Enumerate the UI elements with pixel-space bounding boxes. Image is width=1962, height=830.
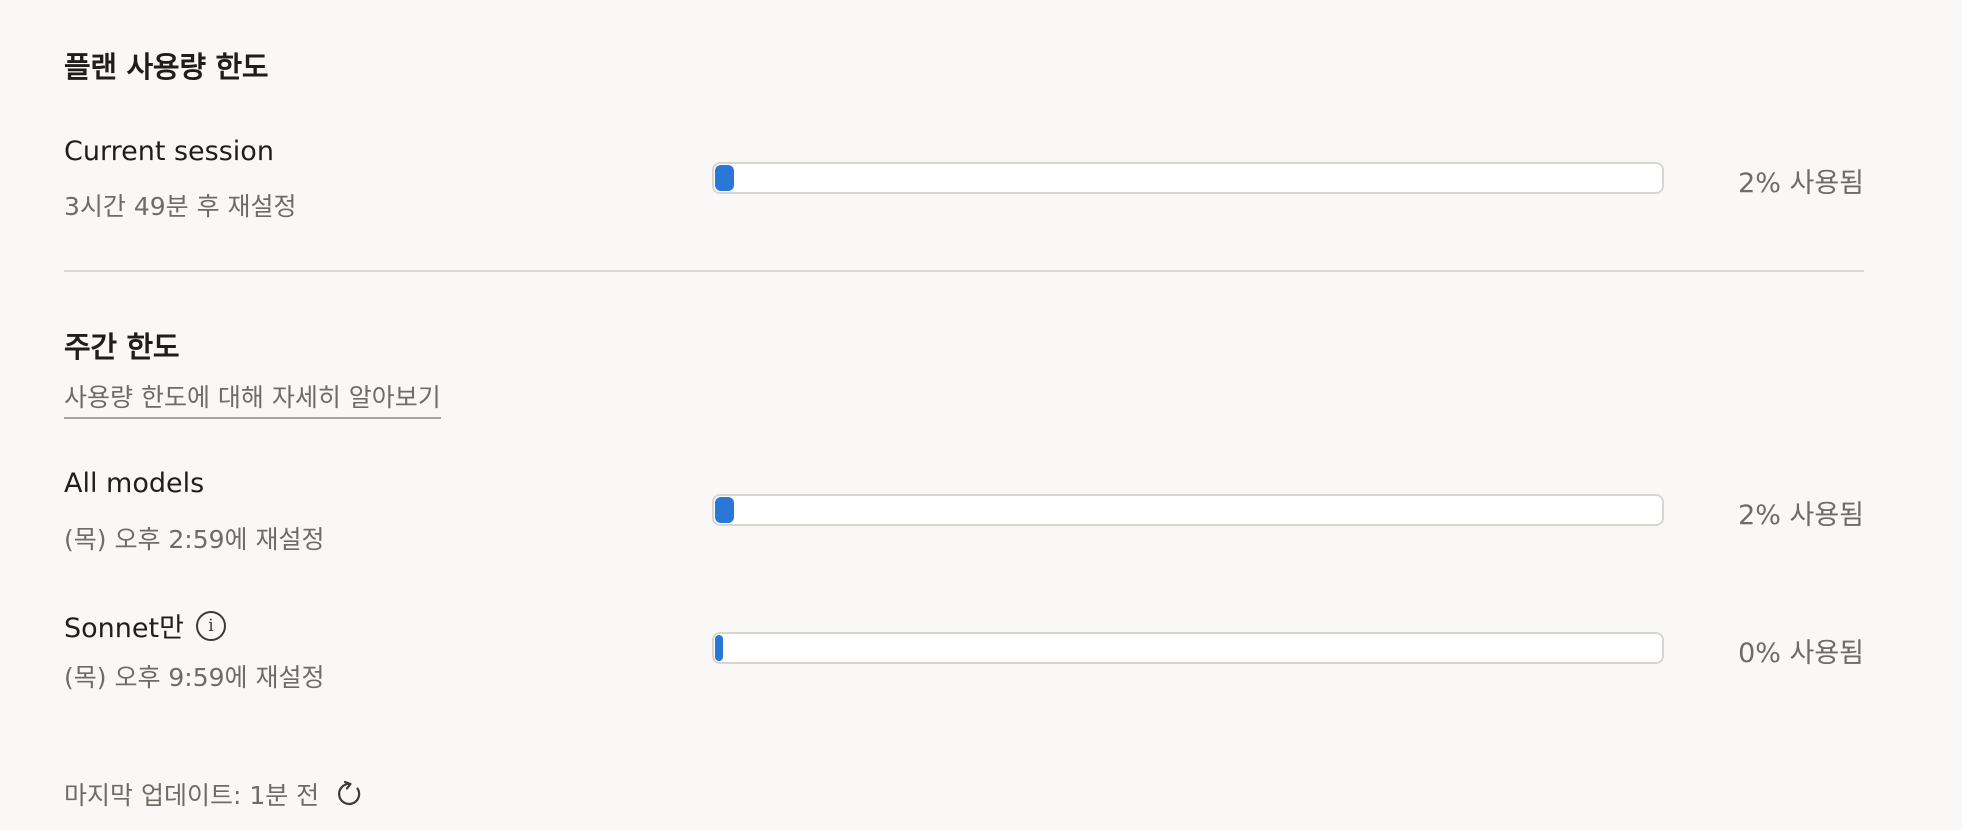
refresh-icon[interactable]	[335, 779, 365, 809]
last-updated-text: 마지막 업데이트: 1분 전	[64, 781, 320, 810]
current-session-label: Current session	[64, 136, 274, 167]
last-updated-footer: 마지막 업데이트: 1분 전	[64, 776, 365, 812]
refresh-icon-svg	[338, 780, 361, 806]
info-icon[interactable]: i	[195, 610, 226, 641]
section-divider	[64, 270, 1864, 272]
all-models-usage: 2% 사용됨	[1738, 500, 1864, 531]
sonnet-only-progress-bar	[712, 632, 1664, 664]
usage-limits-page: 플랜 사용량 한도 Current session 3시간 49분 후 재설정 …	[0, 0, 1962, 830]
current-session-progress-fill	[715, 165, 734, 191]
current-session-usage: 2% 사용됨	[1738, 168, 1864, 199]
plan-limits-title: 플랜 사용량 한도	[64, 50, 269, 84]
all-models-label: All models	[64, 468, 204, 499]
learn-more-link[interactable]: 사용량 한도에 대해 자세히 알아보기	[64, 378, 441, 419]
sonnet-only-label: Sonnet만 i	[64, 606, 226, 645]
all-models-progress-bar	[712, 494, 1664, 526]
weekly-limits-title: 주간 한도	[64, 330, 180, 364]
all-models-reset: (목) 오후 2:59에 재설정	[64, 525, 325, 554]
all-models-label-text: All models	[64, 468, 205, 499]
sonnet-only-progress-fill	[715, 635, 723, 661]
current-session-reset: 3시간 49분 후 재설정	[64, 192, 297, 221]
current-session-label-text: Current session	[64, 136, 274, 167]
sonnet-only-usage: 0% 사용됨	[1738, 638, 1864, 669]
sonnet-only-label-text: Sonnet만	[64, 613, 184, 644]
all-models-progress-fill	[715, 497, 734, 523]
current-session-progress-bar	[712, 162, 1664, 194]
sonnet-only-reset: (목) 오후 9:59에 재설정	[64, 663, 325, 692]
